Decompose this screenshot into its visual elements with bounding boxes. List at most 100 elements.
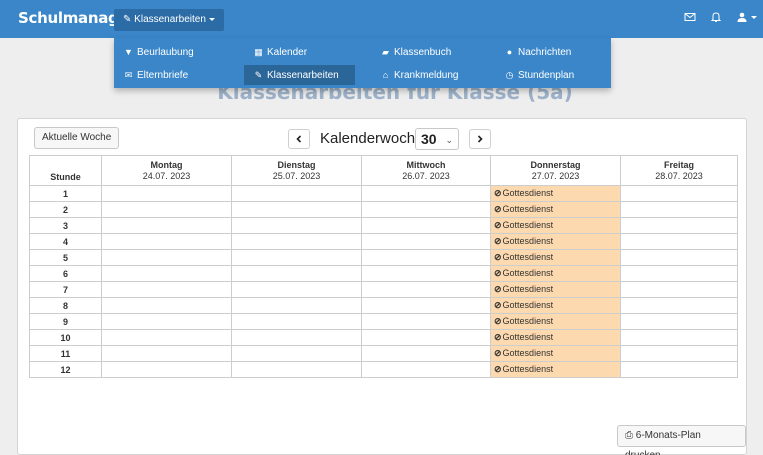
schedule-cell[interactable] [361, 297, 491, 314]
event-cell[interactable]: ⊘Gottesdienst [490, 233, 621, 250]
schedule-cell[interactable] [231, 345, 362, 362]
schedule-cell[interactable] [101, 217, 232, 234]
schedule-cell[interactable] [620, 329, 738, 346]
event-cell[interactable]: ⊘Gottesdienst [490, 361, 621, 378]
schedule-cell[interactable] [620, 201, 738, 218]
event-cell[interactable]: ⊘Gottesdienst [490, 329, 621, 346]
schedule-cell[interactable] [361, 249, 491, 266]
schedule-cell[interactable] [361, 185, 491, 202]
schedule-cell[interactable] [101, 313, 232, 330]
schedule-cell[interactable] [101, 329, 232, 346]
schedule-cell[interactable] [231, 265, 362, 282]
event-cell[interactable]: ⊘Gottesdienst [490, 249, 621, 266]
schedule-cell[interactable] [620, 313, 738, 330]
schedule-cell[interactable] [620, 265, 738, 282]
schedule-cell[interactable] [101, 185, 232, 202]
event-cell[interactable]: ⊘Gottesdienst [490, 297, 621, 314]
schedule-cell[interactable] [620, 281, 738, 298]
schedule-cell[interactable] [101, 345, 232, 362]
mail-icon[interactable] [684, 11, 696, 23]
schedule-cell[interactable] [620, 217, 738, 234]
schedule-cell[interactable] [361, 345, 491, 362]
table-row: 9 ⊘Gottesdienst [29, 313, 738, 330]
menu-item-klassenarbeiten[interactable]: ✎ Klassenarbeiten [244, 65, 355, 85]
period-number: 9 [29, 313, 102, 330]
print-plan-button[interactable]: ⎙ 6-Monats-Plan drucken [617, 425, 746, 455]
schedule-cell[interactable] [231, 217, 362, 234]
event-cell[interactable]: ⊘Gottesdienst [490, 185, 621, 202]
ban-icon: ⊘ [494, 332, 502, 342]
schedule-cell[interactable] [620, 249, 738, 266]
chevron-left-icon [296, 135, 302, 143]
schedule-cell[interactable] [101, 297, 232, 314]
event-label: Gottesdienst [502, 332, 554, 342]
schedule-cell[interactable] [231, 185, 362, 202]
schedule-cell[interactable] [101, 249, 232, 266]
schedule-cell[interactable] [231, 361, 362, 378]
module-menu-toggle[interactable]: ✎ Klassenarbeiten [114, 9, 224, 31]
schedule-cell[interactable] [361, 201, 491, 218]
schedule-cell[interactable] [620, 185, 738, 202]
column-header-day: Mittwoch 26.07. 2023 [361, 155, 491, 186]
event-cell[interactable]: ⊘Gottesdienst [490, 345, 621, 362]
schedule-cell[interactable] [101, 361, 232, 378]
event-cell[interactable]: ⊘Gottesdienst [490, 201, 621, 218]
schedule-cell[interactable] [620, 233, 738, 250]
table-row: 6 ⊘Gottesdienst [29, 265, 738, 282]
edit-icon: ✎ [123, 14, 132, 25]
menu-item-elternbriefe[interactable]: ✉ Elternbriefe [114, 65, 244, 85]
event-cell[interactable]: ⊘Gottesdienst [490, 281, 621, 298]
schedule-body: 1 ⊘Gottesdienst 2 ⊘Gottesdienst 3 ⊘Gottesdien… [29, 185, 738, 378]
period-number: 4 [29, 233, 102, 250]
ban-icon: ⊘ [494, 204, 502, 214]
week-select[interactable]: 30 ⌄ [415, 128, 459, 150]
schedule-cell[interactable] [231, 201, 362, 218]
user-menu[interactable] [736, 11, 757, 23]
schedule-cell[interactable] [361, 217, 491, 234]
column-header-day: Freitag 28.07. 2023 [620, 155, 738, 186]
ban-icon: ⊘ [494, 316, 502, 326]
schedule-cell[interactable] [361, 329, 491, 346]
schedule-cell[interactable] [101, 201, 232, 218]
schedule-cell[interactable] [101, 233, 232, 250]
next-week-button[interactable] [469, 129, 491, 149]
period-number: 3 [29, 217, 102, 234]
schedule-cell[interactable] [620, 361, 738, 378]
schedule-cell[interactable] [231, 249, 362, 266]
event-label: Gottesdienst [502, 236, 554, 246]
event-cell[interactable]: ⊘Gottesdienst [490, 313, 621, 330]
schedule-cell[interactable] [361, 313, 491, 330]
event-cell[interactable]: ⊘Gottesdienst [490, 217, 621, 234]
event-label: Gottesdienst [502, 220, 554, 230]
schedule-cell[interactable] [231, 233, 362, 250]
menu-item-beurlaubung[interactable]: ▼ Beurlaubung [114, 42, 244, 62]
schedule-cell[interactable] [361, 281, 491, 298]
schedule-cell[interactable] [620, 297, 738, 314]
menu-item-klassenbuch[interactable]: ▰ Klassenbuch [371, 42, 495, 62]
menu-item-stundenplan[interactable]: ◷ Stundenplan [495, 65, 611, 85]
schedule-card: Aktuelle Woche Kalenderwoche 30 ⌄ Stunde… [17, 118, 747, 455]
menu-item-nachrichten[interactable]: ● Nachrichten [495, 42, 611, 62]
menu-item-kalender[interactable]: ▦ Kalender [244, 42, 355, 62]
schedule-cell[interactable] [101, 265, 232, 282]
menu-item-krankmeldung[interactable]: ⌂ Krankmeldung [371, 65, 495, 85]
previous-week-button[interactable] [288, 129, 310, 149]
period-number: 11 [29, 345, 102, 362]
event-cell[interactable]: ⊘Gottesdienst [490, 265, 621, 282]
current-week-button[interactable]: Aktuelle Woche [34, 127, 120, 149]
schedule-cell[interactable] [231, 297, 362, 314]
schedule-cell[interactable] [101, 281, 232, 298]
schedule-cell[interactable] [361, 233, 491, 250]
bell-icon[interactable] [710, 11, 722, 23]
period-number: 8 [29, 297, 102, 314]
event-label: Gottesdienst [502, 188, 554, 198]
schedule-cell[interactable] [231, 281, 362, 298]
schedule-cell[interactable] [620, 345, 738, 362]
schedule-cell[interactable] [231, 313, 362, 330]
schedule-cell[interactable] [361, 361, 491, 378]
caret-down-icon [208, 17, 215, 21]
table-row: 4 ⊘Gottesdienst [29, 233, 738, 250]
schedule-cell[interactable] [231, 329, 362, 346]
schedule-cell[interactable] [361, 265, 491, 282]
column-header-day: Dienstag 25.07. 2023 [231, 155, 362, 186]
